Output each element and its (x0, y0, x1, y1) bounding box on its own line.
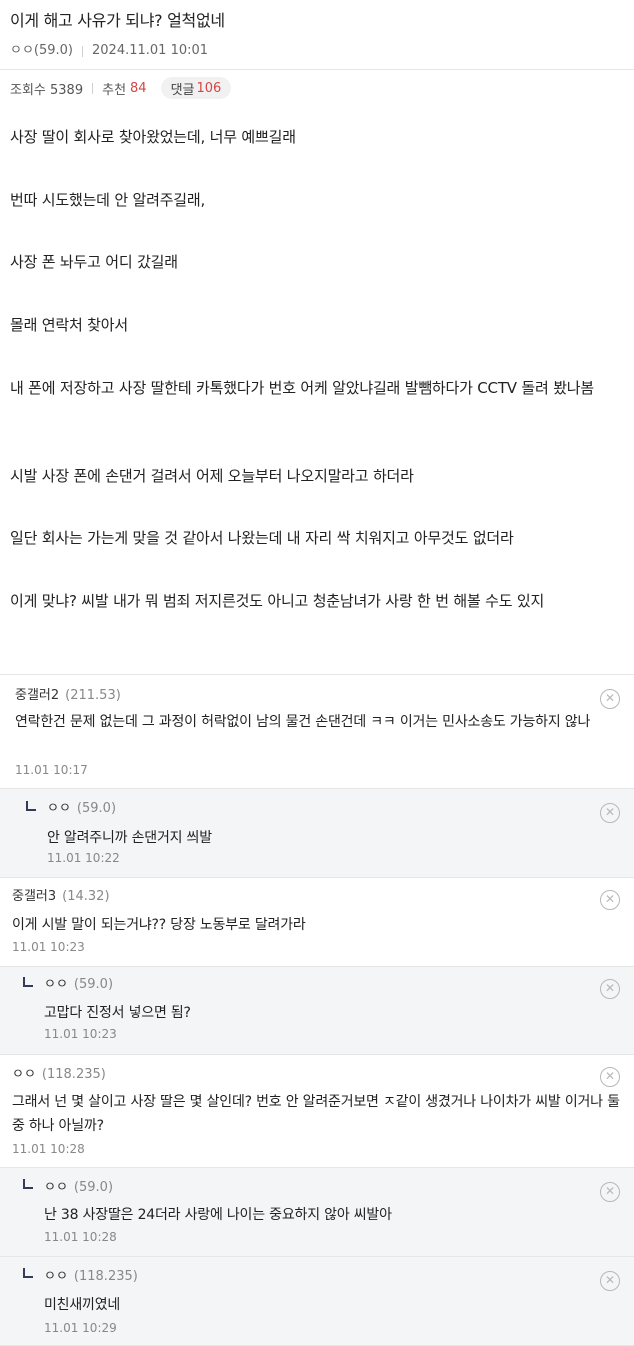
reply-item: ㅇㅇ (59.0) ✕ 안 알려주니까 손댄거지 씌발 11.01 10:22 (0, 789, 634, 878)
comment-text: 난 38 사장딸은 24더라 사랑에 나이는 중요하지 않아 씨발아 (44, 1207, 392, 1223)
post-body: 사장 딸이 회사로 찾아왔었는데, 너무 예쁘길래 번따 시도했는데 안 알려주… (0, 104, 634, 676)
comment-time: 11.01 10:28 (12, 1142, 85, 1156)
post-date: 2024.11.01 10:01 (92, 43, 209, 58)
comment-nickname: ㅇㅇ (47, 801, 71, 816)
post-paragraph: 시발 사장 폰에 손댄거 걸려서 어제 오늘부터 나오지말라고 하더라 (10, 467, 414, 485)
close-circle-icon[interactable]: ✕ (600, 689, 620, 709)
comment-count-button[interactable]: 댓글 106 (160, 77, 232, 99)
comment-author[interactable]: ㅇㅇ (59.0) (44, 976, 113, 994)
comment-author[interactable]: ㅇㅇ (118.235) (12, 1066, 106, 1084)
comment-ip: (59.0) (73, 977, 114, 992)
reply-arrow-icon (26, 801, 36, 811)
close-circle-icon[interactable]: ✕ (600, 979, 620, 999)
close-circle-icon[interactable]: ✕ (600, 803, 620, 823)
post-paragraph: 이게 맞냐? 씨발 내가 뭐 범죄 저지른것도 아니고 청춘남녀가 사랑 한 번… (10, 592, 545, 610)
comment-item: 중갤러3 (14.32) ✕ 이게 시발 말이 되는거냐?? 당장 노동부로 달려… (0, 878, 634, 967)
comment-nickname: ㅇㅇ (12, 1067, 36, 1082)
comment-item: ㅇㅇ (118.235) ✕ 그래서 넌 몇 살이고 사장 딸은 몇 살인데? 번… (0, 1055, 634, 1168)
comment-item: 중갤러2 (211.53) ✕ 연락한건 문제 없는데 그 과정이 허락없이 남의… (0, 675, 634, 789)
comment-ip: (59.0) (76, 801, 117, 816)
reply-item: ㅇㅇ (59.0) ✕ 난 38 사장딸은 24더라 사랑에 나이는 중요하지 않… (0, 1168, 634, 1257)
comment-nickname: ㅇㅇ (44, 977, 68, 992)
comment-time: 11.01 10:23 (44, 1027, 117, 1041)
post-paragraph: 사장 딸이 회사로 찾아왔었는데, 너무 예쁘길래 (10, 128, 296, 146)
close-circle-icon[interactable]: ✕ (600, 890, 620, 910)
comment-text: 그래서 넌 몇 살이고 사장 딸은 몇 살인데? 번호 안 알려준거보면 ㅈ같이… (12, 1094, 620, 1134)
comment-text: 연락한건 문제 없는데 그 과정이 허락없이 남의 물건 손댄건데 ㅋㅋ 이거는… (15, 714, 591, 730)
reply-arrow-icon (23, 977, 33, 987)
post-paragraph: 몰래 연락처 찾아서 (10, 316, 128, 334)
reply-item: ㅇㅇ (59.0) ✕ 고맙다 진정서 넣으면 됨? 11.01 10:23 (0, 967, 634, 1055)
comment-text: 안 알려주니까 손댄거지 씌발 (47, 830, 212, 846)
comment-author[interactable]: 중갤러3 (14.32) (12, 888, 110, 906)
post-stats: 조회수 5389 추천 84 댓글 106 (0, 72, 634, 104)
comment-author[interactable]: ㅇㅇ (118.235) (44, 1268, 138, 1286)
comment-ip: (14.32) (62, 889, 110, 904)
comment-ip: (211.53) (65, 688, 121, 703)
post-paragraph: 번따 시도했는데 안 알려주길래, (10, 191, 206, 209)
comment-ip: (118.235) (41, 1067, 106, 1082)
comment-author[interactable]: ㅇㅇ (59.0) (44, 1179, 113, 1197)
post-paragraph: 내 폰에 저장하고 사장 딸한테 카톡했다가 번호 어케 알았냐길래 발뺌하다가… (10, 379, 594, 397)
comment-count: 106 (196, 80, 222, 96)
post-paragraph: 일단 회사는 가는게 맞을 것 같아서 나왔는데 내 자리 싹 치워지고 아무것… (10, 529, 514, 547)
comment-nickname: 중갤러3 (12, 889, 57, 904)
comment-ip: (59.0) (73, 1180, 114, 1195)
close-circle-icon[interactable]: ✕ (600, 1182, 620, 1202)
comment-list: 중갤러2 (211.53) ✕ 연락한건 문제 없는데 그 과정이 허락없이 남의… (0, 674, 634, 1346)
divider (82, 45, 84, 57)
post-author[interactable]: ㅇㅇ(59.0) (10, 42, 73, 60)
comment-nickname: ㅇㅇ (44, 1269, 68, 1284)
recommend-label: 추천 (102, 82, 127, 98)
close-circle-icon[interactable]: ✕ (600, 1271, 620, 1291)
comment-label: 댓글 (170, 82, 195, 98)
reply-item: ㅇㅇ (118.235) ✕ 미친새끼였네 11.01 10:29 (0, 1257, 634, 1346)
comment-nickname: 중갤러2 (15, 688, 60, 703)
comment-author[interactable]: ㅇㅇ (59.0) (47, 800, 116, 818)
comment-time: 11.01 10:28 (44, 1230, 117, 1244)
comment-text: 고맙다 진정서 넣으면 됨? (44, 1005, 191, 1021)
close-circle-icon[interactable]: ✕ (600, 1067, 620, 1087)
post-paragraph: 사장 폰 놔두고 어디 갔길래 (10, 253, 178, 271)
post-header: 이게 해고 사유가 되냐? 얼척없네 ㅇㅇ(59.0) 2024.11.01 1… (0, 0, 634, 70)
recommend-count: 84 (130, 80, 147, 96)
reply-arrow-icon (23, 1179, 33, 1189)
divider (92, 82, 94, 94)
comment-ip: (118.235) (73, 1269, 138, 1284)
comment-time: 11.01 10:17 (15, 763, 88, 777)
comment-time: 11.01 10:22 (47, 851, 120, 865)
post-meta: ㅇㅇ(59.0) 2024.11.01 10:01 (10, 42, 624, 60)
comment-author[interactable]: 중갤러2 (211.53) (15, 687, 121, 705)
post-title: 이게 해고 사유가 되냐? 얼척없네 (10, 11, 225, 30)
comment-text: 이게 시발 말이 되는거냐?? 당장 노동부로 달려가라 (12, 917, 306, 933)
comment-nickname: ㅇㅇ (44, 1180, 68, 1195)
comment-time: 11.01 10:23 (12, 940, 85, 954)
reply-arrow-icon (23, 1268, 33, 1278)
view-count: 조회수 5389 (10, 82, 84, 98)
comment-text: 미친새끼였네 (44, 1297, 121, 1313)
comment-time: 11.01 10:29 (44, 1321, 117, 1335)
